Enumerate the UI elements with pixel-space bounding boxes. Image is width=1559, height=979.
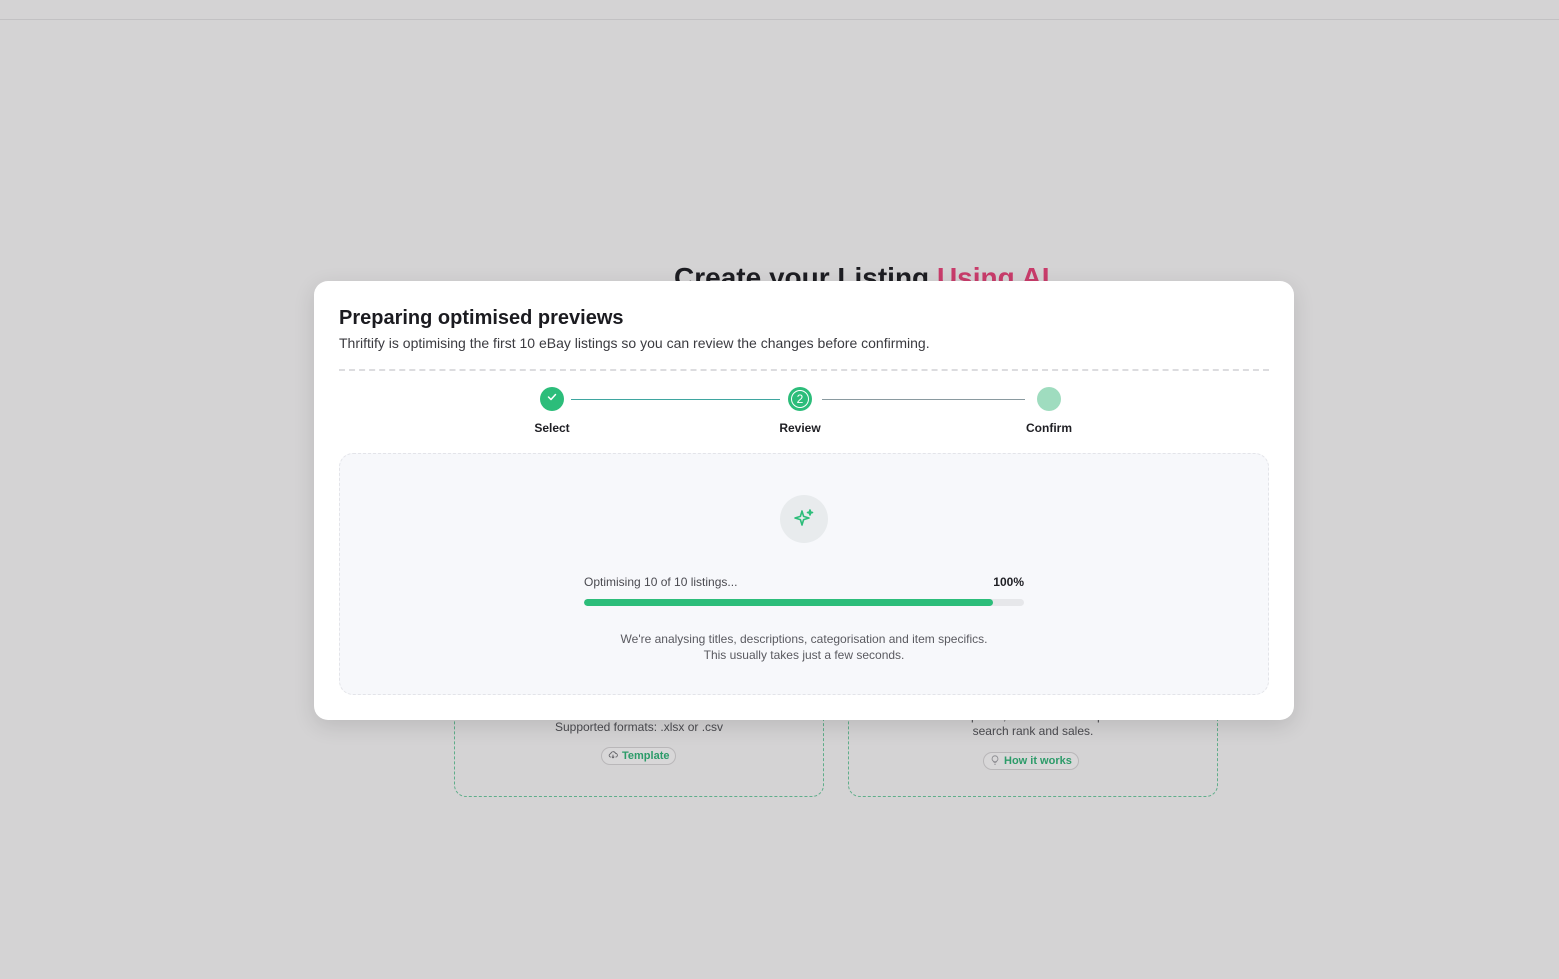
how-it-works-label: How it works — [1004, 755, 1072, 767]
template-button[interactable]: Template — [601, 747, 677, 765]
progress-label: Optimising 10 of 10 listings... — [584, 575, 738, 589]
progress-bar-fill — [584, 599, 994, 606]
step-confirm-label: Confirm — [1026, 421, 1072, 435]
progress-note-line-1: We're analysing titles, descriptions, ca… — [620, 632, 988, 646]
check-icon — [546, 390, 558, 408]
modal-divider — [339, 369, 1269, 371]
template-button-label: Template — [622, 750, 670, 762]
modal-subtitle: Thriftify is optimising the first 10 eBa… — [339, 335, 930, 351]
top-bar — [0, 0, 1559, 20]
step-review-number: 2 — [791, 390, 809, 408]
supported-formats-text: Supported formats: .xlsx or .csv — [554, 720, 724, 734]
progress-note-line-2: This usually takes just a few seconds. — [703, 648, 905, 662]
step-review-indicator: 2 — [788, 387, 812, 411]
step-select-label: Select — [534, 421, 570, 435]
step-select-indicator — [540, 387, 564, 411]
progress-panel: Optimising 10 of 10 listings... 100% We'… — [339, 453, 1269, 695]
how-it-works-button[interactable]: How it works — [983, 752, 1079, 770]
progress-percent: 100% — [993, 575, 1024, 589]
cloud-download-icon — [608, 750, 618, 763]
stepper-connector-1 — [571, 399, 780, 400]
step-confirm-indicator — [1037, 387, 1061, 411]
stepper-connector-2 — [822, 399, 1025, 400]
modal-title: Preparing optimised previews — [339, 307, 624, 329]
progress-bar — [584, 599, 1024, 606]
step-review-label: Review — [779, 421, 821, 435]
optimise-preview-modal: Preparing optimised previews Thriftify i… — [314, 281, 1294, 720]
ai-info-line-2: search rank and sales. — [972, 724, 1094, 738]
lightbulb-icon — [990, 754, 1000, 768]
progress-note: We're analysing titles, descriptions, ca… — [340, 631, 1268, 663]
sparkles-icon — [780, 495, 828, 543]
